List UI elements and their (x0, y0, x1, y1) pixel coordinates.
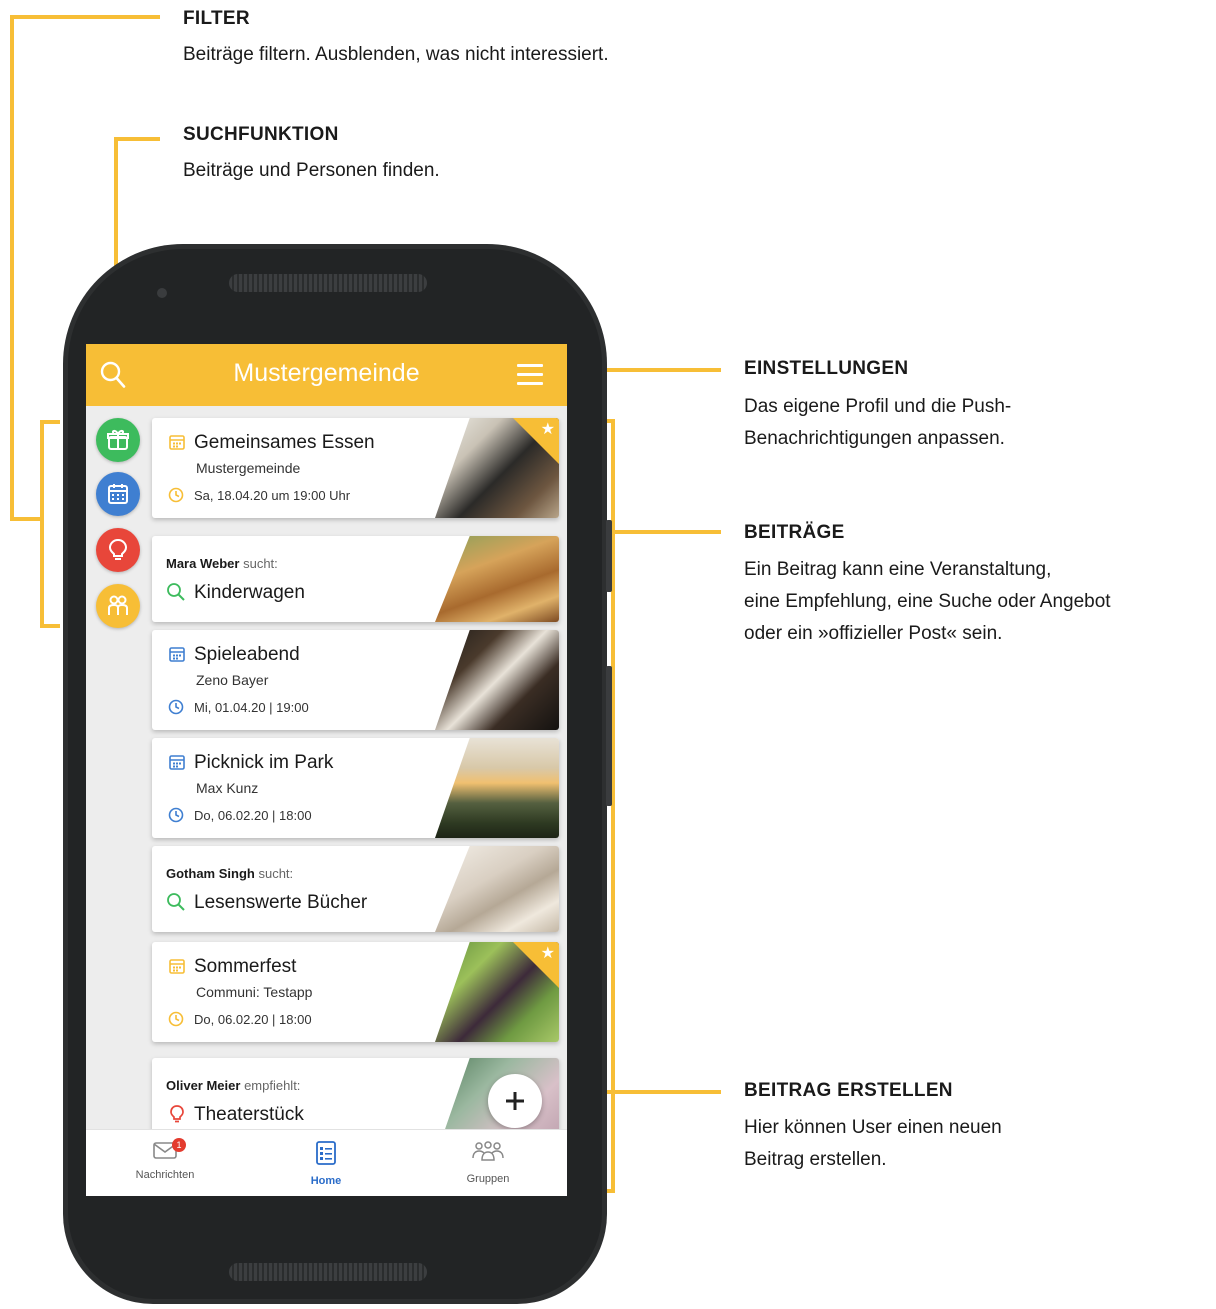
post-author: Zeno Bayer (196, 672, 269, 688)
bottom-speaker (229, 1263, 427, 1281)
post-author: Mustergemeinde (196, 460, 301, 476)
filter-title: FILTER (183, 8, 250, 29)
create-post-button[interactable] (488, 1074, 542, 1128)
search-icon (166, 582, 186, 607)
post-verb: sucht: (258, 866, 294, 881)
people-icon (108, 595, 128, 615)
post-author: Max Kunz (196, 780, 259, 796)
post-verb: sucht: (243, 556, 278, 571)
nav-messages[interactable]: 1 Nachrichten (110, 1138, 220, 1181)
post-title: Lesenswerte Bücher (194, 892, 368, 913)
create-title: BEITRAG ERSTELLEN (744, 1080, 953, 1101)
app-header: Mustergemeinde (86, 344, 567, 406)
lightbulb-icon (168, 1104, 186, 1129)
post-title: Sommerfest (194, 956, 297, 977)
post-author: Oliver Meier (166, 1078, 241, 1093)
filter-calendar-button[interactable] (96, 472, 140, 516)
filter-recommendation-button[interactable] (96, 528, 140, 572)
filter-offer-button[interactable] (96, 584, 140, 628)
people-icon (472, 1141, 504, 1161)
app-title: Mustergemeinde (233, 359, 420, 387)
post-card-search-2[interactable]: Gotham Singh sucht: Lesenswerte Bücher (152, 846, 559, 932)
volume-button (606, 520, 612, 592)
clock-icon (168, 699, 184, 720)
bottom-navigation: 1 Nachrichten Home Gruppen (86, 1129, 567, 1196)
nav-messages-label: Nachrichten (135, 1169, 195, 1181)
menu-icon[interactable] (517, 364, 543, 388)
posts-desc-1: Ein Beitrag kann eine Veranstaltung, (744, 559, 1052, 580)
calendar-icon (108, 484, 128, 504)
front-camera (157, 288, 167, 298)
calendar-icon (168, 645, 186, 668)
post-card-event-1[interactable]: Gemeinsames Essen Mustergemeinde Sa, 18.… (152, 418, 559, 518)
search-icon (166, 892, 186, 917)
search-desc: Beiträge und Personen finden. (183, 160, 440, 181)
settings-desc-2: Benachrichtigungen anpassen. (744, 428, 1005, 449)
create-desc-1: Hier können User einen neuen (744, 1117, 1002, 1138)
post-author-line: Oliver Meier empfiehlt: (166, 1078, 300, 1093)
post-date: Sa, 18.04.20 um 19:00 Uhr (194, 488, 351, 503)
post-author: Communi: Testapp (196, 984, 313, 1000)
post-card-event-3[interactable]: Picknick im Park Max Kunz Do, 06.02.20 |… (152, 738, 559, 838)
post-photo (435, 630, 559, 730)
filter-desc: Beiträge filtern. Ausblenden, was nicht … (183, 44, 609, 65)
post-card-search-1[interactable]: Mara Weber sucht: Kinderwagen (152, 536, 559, 622)
nav-home-label: Home (310, 1175, 342, 1187)
post-title: Gemeinsames Essen (194, 432, 375, 453)
post-title: Theaterstück (194, 1104, 304, 1125)
calendar-icon (168, 753, 186, 776)
calendar-icon (168, 433, 186, 456)
clock-icon (168, 487, 184, 508)
post-author-line: Mara Weber sucht: (166, 556, 278, 571)
search-connector-h (114, 137, 160, 141)
filter-connector-h-top (10, 15, 160, 19)
filter-bracket-top (40, 420, 60, 424)
post-date: Do, 06.02.20 | 18:00 (194, 1012, 312, 1027)
settings-desc-1: Das eigene Profil und die Push- (744, 396, 1012, 417)
posts-desc-2: eine Empfehlung, eine Suche oder Angebot (744, 591, 1111, 612)
posts-desc-3: oder ein »offizieller Post« sein. (744, 623, 1003, 644)
post-author: Gotham Singh (166, 866, 255, 881)
create-desc-2: Beitrag erstellen. (744, 1149, 887, 1170)
post-date: Do, 06.02.20 | 18:00 (194, 808, 312, 823)
filter-bracket-bottom (40, 624, 60, 628)
plus-icon (506, 1092, 524, 1110)
post-photo (435, 536, 559, 622)
filter-connector-v (10, 15, 14, 521)
app-screen: Mustergemeinde Gemeinsames Essen Musterg… (86, 344, 567, 1196)
posts-connector (611, 530, 721, 534)
filter-connector-h-bottom (10, 517, 44, 521)
gift-icon (107, 430, 129, 450)
clock-icon (168, 1011, 184, 1032)
post-verb: empfiehlt: (244, 1078, 301, 1093)
messages-badge: 1 (172, 1138, 186, 1152)
post-title: Picknick im Park (194, 752, 334, 773)
search-title: SUCHFUNKTION (183, 124, 339, 145)
post-title: Kinderwagen (194, 582, 305, 603)
nav-groups-label: Gruppen (466, 1173, 510, 1185)
post-date: Mi, 01.04.20 | 19:00 (194, 700, 309, 715)
lightbulb-icon (108, 538, 128, 560)
top-speaker (229, 274, 427, 292)
star-icon: ★ (540, 421, 555, 438)
nav-groups[interactable]: Gruppen (433, 1140, 543, 1185)
filter-bracket-v (40, 420, 44, 628)
post-photo (435, 846, 559, 932)
list-icon (316, 1141, 336, 1165)
post-author-line: Gotham Singh sucht: (166, 866, 293, 881)
power-button (606, 666, 612, 806)
filter-gift-button[interactable] (96, 418, 140, 462)
post-card-event-4[interactable]: Sommerfest Communi: Testapp Do, 06.02.20… (152, 942, 559, 1042)
calendar-icon (168, 957, 186, 980)
post-author: Mara Weber (166, 556, 240, 571)
settings-title: EINSTELLUNGEN (744, 358, 909, 379)
posts-title: BEITRÄGE (744, 522, 845, 543)
star-icon: ★ (540, 945, 555, 962)
post-photo (435, 738, 559, 838)
post-card-event-2[interactable]: Spieleabend Zeno Bayer Mi, 01.04.20 | 19… (152, 630, 559, 730)
post-title: Spieleabend (194, 644, 300, 665)
nav-home[interactable]: Home (271, 1140, 381, 1187)
clock-icon (168, 807, 184, 828)
